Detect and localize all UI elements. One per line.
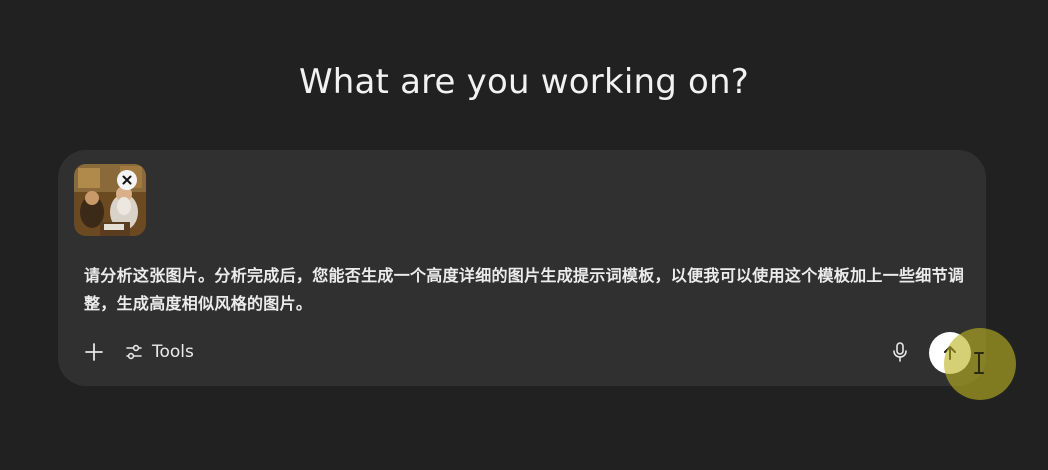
sliders-icon <box>126 344 142 360</box>
page-heading: What are you working on? <box>298 62 750 102</box>
prompt-input[interactable]: 请分析这张图片。分析完成后，您能否生成一个高度详细的图片生成提示词模板，以便我可… <box>84 262 968 318</box>
arrow-up-icon <box>944 346 956 360</box>
add-attachment-button[interactable] <box>78 336 110 368</box>
composer-toolbar: Tools <box>78 336 200 368</box>
remove-attachment-button[interactable] <box>117 170 137 190</box>
voice-input-button[interactable] <box>884 336 916 368</box>
tools-label: Tools <box>152 342 194 362</box>
microphone-icon <box>893 342 907 362</box>
tools-button[interactable]: Tools <box>118 336 200 368</box>
send-button[interactable] <box>929 332 971 374</box>
close-icon <box>122 175 132 185</box>
text-cursor-icon <box>972 351 986 379</box>
prompt-composer: 请分析这张图片。分析完成后，您能否生成一个高度详细的图片生成提示词模板，以便我可… <box>58 150 986 386</box>
plus-icon <box>85 343 103 361</box>
